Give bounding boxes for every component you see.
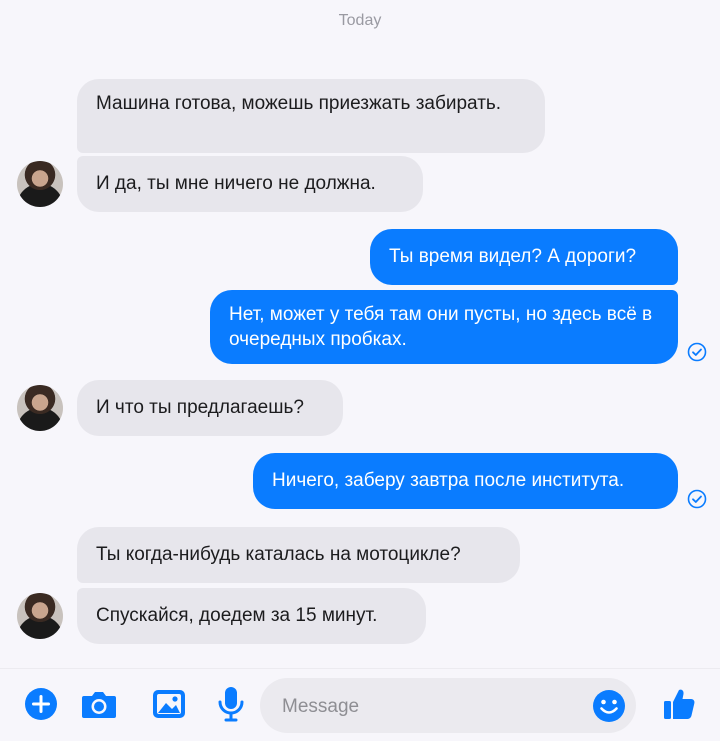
seen-check-icon xyxy=(687,489,707,509)
camera-button[interactable] xyxy=(80,685,118,723)
message-input-wrapper xyxy=(260,678,636,735)
microphone-icon xyxy=(218,687,244,722)
camera-icon xyxy=(82,692,116,718)
incoming-message[interactable]: Ты когда-нибудь каталась на мотоцикле? xyxy=(77,527,520,583)
image-icon xyxy=(153,690,185,718)
avatar[interactable] xyxy=(17,161,63,207)
incoming-message[interactable]: И что ты предлагаешь? xyxy=(77,380,343,436)
gallery-button[interactable] xyxy=(150,685,188,723)
message-thread: Today Машина готова, можешь приезжать за… xyxy=(0,0,720,668)
avatar[interactable] xyxy=(17,385,63,431)
outgoing-message[interactable]: Нет, может у тебя там они пусты, но здес… xyxy=(210,290,678,364)
message-composer xyxy=(0,668,720,741)
avatar[interactable] xyxy=(17,593,63,639)
voice-button[interactable] xyxy=(212,685,250,723)
add-button[interactable] xyxy=(22,685,60,723)
incoming-message[interactable]: И да, ты мне ничего не должна. xyxy=(77,156,423,212)
seen-check-icon xyxy=(687,342,707,362)
outgoing-message[interactable]: Ты время видел? А дороги? xyxy=(370,229,678,285)
outgoing-message[interactable]: Ничего, заберу завтра после института. xyxy=(253,453,678,509)
plus-icon xyxy=(25,688,57,720)
message-input[interactable] xyxy=(280,678,584,735)
emoji-button[interactable] xyxy=(590,687,628,725)
like-button[interactable] xyxy=(660,685,698,723)
emoji-icon xyxy=(593,690,625,722)
date-separator: Today xyxy=(338,12,382,29)
incoming-message[interactable]: Машина готова, можешь приезжать забирать… xyxy=(77,79,545,153)
incoming-message[interactable]: Спускайся, доедем за 15 минут. xyxy=(77,588,426,644)
thumbs-up-icon xyxy=(664,689,695,719)
